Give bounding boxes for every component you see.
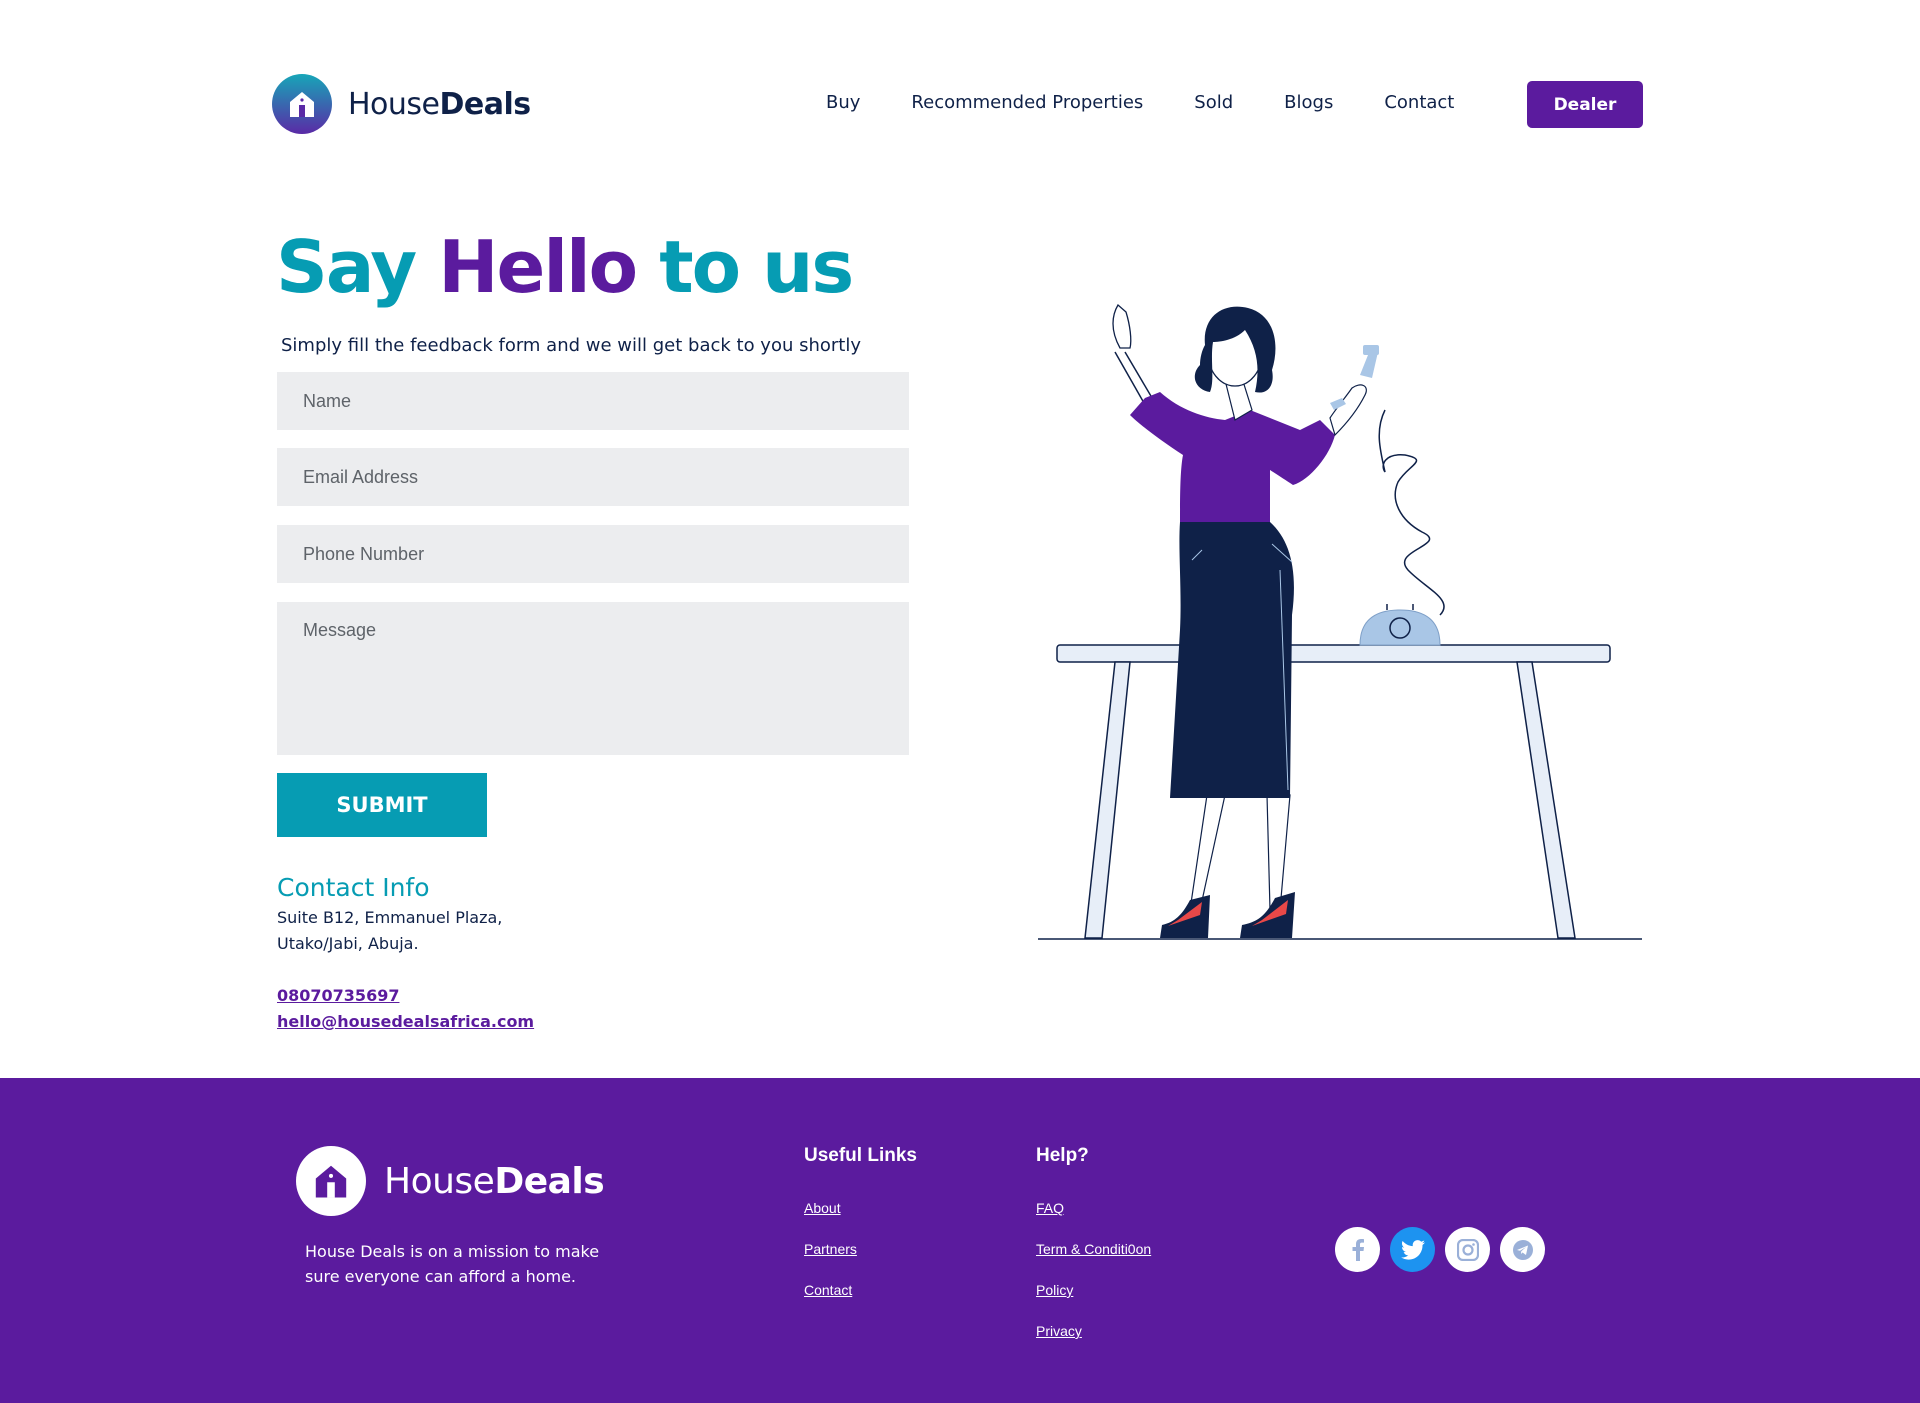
nav-recommended-properties[interactable]: Recommended Properties — [911, 92, 1143, 113]
contact-info-title: Contact Info — [277, 873, 430, 902]
dealer-button[interactable]: Dealer — [1527, 81, 1643, 128]
footer-brand-bold: Deals — [494, 1160, 605, 1202]
brand-logo[interactable]: HouseDeals — [272, 74, 531, 134]
instagram-icon[interactable] — [1445, 1227, 1490, 1272]
main-nav: Buy Recommended Properties Sold Blogs Co… — [826, 92, 1505, 113]
nav-contact[interactable]: Contact — [1384, 92, 1454, 113]
title-hello: Hello — [438, 225, 638, 309]
brand-name: HouseDeals — [348, 87, 531, 122]
nav-sold[interactable]: Sold — [1194, 92, 1233, 113]
contact-email-link[interactable]: hello@housedealsafrica.com — [277, 1012, 534, 1031]
message-textarea[interactable] — [277, 602, 909, 755]
phone-input[interactable] — [277, 525, 909, 583]
brand-name-bold: Deals — [439, 86, 532, 122]
useful-links-title: Useful Links — [804, 1145, 917, 1166]
title-to-us: to us — [636, 225, 854, 309]
footer-brand-light: House — [384, 1160, 495, 1202]
nav-buy[interactable]: Buy — [826, 92, 860, 113]
facebook-icon[interactable] — [1335, 1227, 1380, 1272]
footer-link-terms[interactable]: Term & Conditi0on — [1036, 1241, 1151, 1257]
footer-link-contact[interactable]: Contact — [804, 1282, 852, 1298]
title-say: Say — [276, 225, 439, 309]
page-title: Say Hello to us — [276, 225, 854, 309]
brand-name-light: House — [348, 86, 440, 122]
footer-link-policy[interactable]: Policy — [1036, 1282, 1073, 1298]
address-line-1: Suite B12, Emmanuel Plaza, — [277, 908, 503, 927]
footer-link-privacy[interactable]: Privacy — [1036, 1323, 1082, 1339]
name-input[interactable] — [277, 372, 909, 430]
submit-button[interactable]: SUBMIT — [277, 773, 487, 837]
telegram-icon[interactable] — [1500, 1227, 1545, 1272]
footer-brand-name: HouseDeals — [384, 1160, 605, 1202]
email-input[interactable] — [277, 448, 909, 506]
nav-blogs[interactable]: Blogs — [1284, 92, 1333, 113]
site-header: HouseDeals Buy Recommended Properties So… — [0, 0, 1920, 210]
house-logo-icon — [296, 1146, 366, 1216]
woman-on-phone-illustration — [1038, 303, 1642, 940]
twitter-icon[interactable] — [1390, 1227, 1435, 1272]
address-line-2: Utako/Jabi, Abuja. — [277, 934, 419, 953]
site-footer: HouseDeals House Deals is on a mission t… — [0, 1078, 1920, 1403]
footer-link-faq[interactable]: FAQ — [1036, 1200, 1064, 1216]
page-subtitle: Simply fill the feedback form and we wil… — [281, 335, 862, 356]
footer-logo[interactable]: HouseDeals — [296, 1146, 605, 1216]
footer-description: House Deals is on a mission to make sure… — [305, 1242, 600, 1286]
house-logo-icon — [272, 74, 332, 134]
footer-link-partners[interactable]: Partners — [804, 1241, 857, 1257]
help-title: Help? — [1036, 1145, 1089, 1166]
footer-link-about[interactable]: About — [804, 1200, 841, 1216]
contact-phone-link[interactable]: 08070735697 — [277, 986, 399, 1005]
